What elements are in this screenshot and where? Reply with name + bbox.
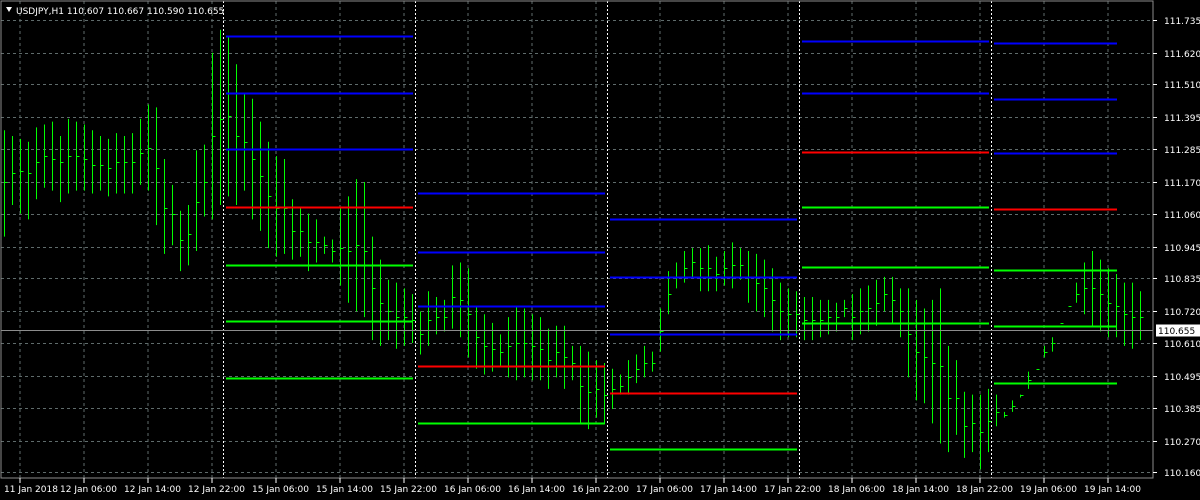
y-tick-label: 110.610 — [1164, 340, 1200, 350]
chart-canvas[interactable]: 111.735 111.620 111.510 111.395 111.285 111.1… — [0, 0, 1200, 500]
y-tick-label: 111.510 — [1164, 81, 1200, 91]
y-tick-label: 110.160 — [1164, 469, 1200, 479]
y-tick-label: 111.620 — [1164, 50, 1200, 60]
y-tick-label: 110.945 — [1164, 244, 1200, 254]
current-price-value: 110.655 — [1158, 327, 1195, 337]
y-tick-label: 110.720 — [1164, 308, 1200, 318]
x-tick-label: 17 Jan 14:00 — [700, 485, 757, 495]
x-tick-label: 11 Jan 2018 — [4, 485, 58, 495]
chart-header: USDJPY,H1 110.607 110.667 110.590 110.65… — [6, 7, 224, 17]
x-tick-label: 16 Jan 22:00 — [572, 485, 629, 495]
x-tick-label: 18 Jan 06:00 — [828, 485, 885, 495]
x-tick-label: 17 Jan 22:00 — [764, 485, 821, 495]
y-tick-label: 110.385 — [1164, 405, 1200, 415]
x-tick-label: 15 Jan 06:00 — [252, 485, 309, 495]
x-tick-label: 17 Jan 06:00 — [636, 485, 693, 495]
x-tick-label: 16 Jan 06:00 — [444, 485, 501, 495]
y-tick-label: 111.395 — [1164, 114, 1200, 124]
y-tick-label: 110.270 — [1164, 438, 1200, 448]
y-tick-label: 110.835 — [1164, 275, 1200, 285]
y-tick-label: 110.495 — [1164, 373, 1200, 383]
y-tick-label: 111.285 — [1164, 146, 1200, 156]
y-tick-label: 111.170 — [1164, 179, 1200, 189]
x-tick-label: 12 Jan 06:00 — [60, 485, 117, 495]
x-tick-label: 18 Jan 22:00 — [956, 485, 1013, 495]
x-tick-label: 19 Jan 06:00 — [1020, 485, 1077, 495]
x-tick-label: 15 Jan 14:00 — [316, 485, 373, 495]
x-tick-label: 16 Jan 14:00 — [508, 485, 565, 495]
x-tick-label: 19 Jan 14:00 — [1084, 485, 1141, 495]
x-tick-label: 12 Jan 22:00 — [188, 485, 245, 495]
x-tick-label: 15 Jan 22:00 — [380, 485, 437, 495]
symbol-ohlc-header: USDJPY,H1 110.607 110.667 110.590 110.65… — [16, 7, 224, 17]
current-price-label: 110.655 — [1156, 324, 1200, 337]
y-tick-label: 111.735 — [1164, 17, 1200, 27]
x-tick-label: 18 Jan 14:00 — [892, 485, 949, 495]
x-tick-label: 12 Jan 14:00 — [124, 485, 181, 495]
y-tick-label: 111.060 — [1164, 211, 1200, 221]
